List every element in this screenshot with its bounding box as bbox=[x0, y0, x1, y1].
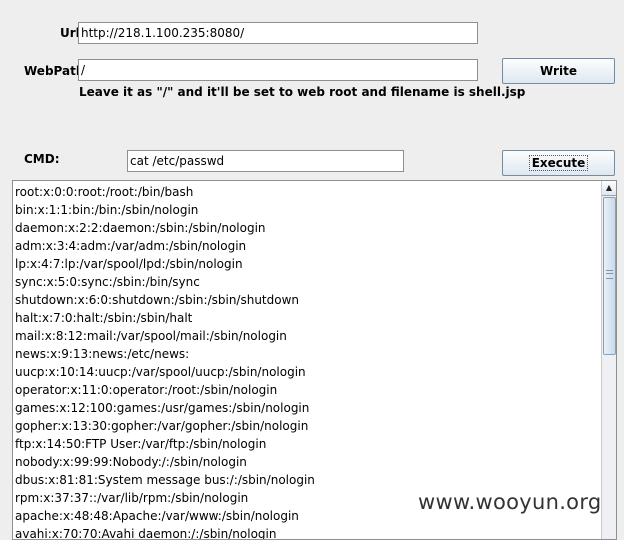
output-line: uucp:x:10:14:uucp:/var/spool/uucp:/sbin/… bbox=[15, 365, 306, 379]
watermark: www.wooyun.org bbox=[418, 490, 602, 514]
webpath-hint: Leave it as "/" and it'll be set to web … bbox=[79, 85, 526, 99]
output-line: rpm:x:37:37::/var/lib/rpm:/sbin/nologin bbox=[15, 491, 249, 505]
write-button[interactable]: Write bbox=[502, 58, 615, 84]
output-line: nobody:x:99:99:Nobody:/:/sbin/nologin bbox=[15, 455, 247, 469]
execute-button-label: Execute bbox=[528, 155, 589, 171]
output-line: shutdown:x:6:0:shutdown:/sbin:/sbin/shut… bbox=[15, 293, 300, 307]
output-line: adm:x:3:4:adm:/var/adm:/sbin/nologin bbox=[15, 239, 247, 253]
output-line: root:x:0:0:root:/root:/bin/bash bbox=[15, 185, 194, 199]
vertical-scrollbar[interactable]: ▲ bbox=[601, 181, 616, 539]
output-line: avahi:x:70:70:Avahi daemon:/:/sbin/nolog… bbox=[15, 527, 277, 540]
output-line: news:x:9:13:news:/etc/news: bbox=[15, 347, 190, 361]
arrow-up-icon[interactable]: ▲ bbox=[602, 181, 616, 196]
output-line: daemon:x:2:2:daemon:/sbin:/sbin/nologin bbox=[15, 221, 266, 235]
output-lines: root:x:0:0:root:/root:/bin/bash bin:x:1:1… bbox=[15, 183, 315, 540]
output-line: dbus:x:81:81:System message bus:/:/sbin/… bbox=[15, 473, 315, 487]
output-line: apache:x:48:48:Apache:/var/www:/sbin/nol… bbox=[15, 509, 299, 523]
output-line: halt:x:7:0:halt:/sbin:/sbin/halt bbox=[15, 311, 193, 325]
scroll-thumb[interactable] bbox=[603, 197, 616, 355]
output-line: gopher:x:13:30:gopher:/var/gopher:/sbin/… bbox=[15, 419, 309, 433]
output-line: lp:x:4:7:lp:/var/spool/lpd:/sbin/nologin bbox=[15, 257, 243, 271]
grip-icon bbox=[606, 270, 613, 279]
execute-button[interactable]: Execute bbox=[502, 150, 615, 176]
output-line: ftp:x:14:50:FTP User:/var/ftp:/sbin/nolo… bbox=[15, 437, 267, 451]
output-line: sync:x:5:0:sync:/sbin:/bin/sync bbox=[15, 275, 200, 289]
url-input[interactable]: http://218.1.100.235:8080/ bbox=[78, 22, 478, 44]
output-line: mail:x:8:12:mail:/var/spool/mail:/sbin/n… bbox=[15, 329, 287, 343]
output-line: games:x:12:100:games:/usr/games:/sbin/no… bbox=[15, 401, 310, 415]
command-output[interactable]: root:x:0:0:root:/root:/bin/bash bin:x:1:1… bbox=[12, 180, 617, 540]
cmd-input[interactable]: cat /etc/passwd bbox=[127, 150, 404, 172]
cmd-label: CMD: bbox=[24, 152, 60, 166]
output-line: bin:x:1:1:bin:/bin:/sbin/nologin bbox=[15, 203, 199, 217]
webpath-input[interactable]: / bbox=[78, 59, 478, 81]
output-line: operator:x:11:0:operator:/root:/sbin/nol… bbox=[15, 383, 278, 397]
